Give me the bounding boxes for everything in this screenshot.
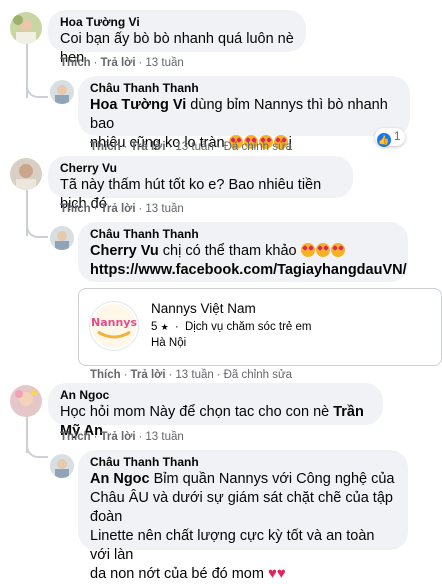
heart-eyes-emoji-icon (330, 243, 345, 257)
reply-button[interactable]: Trả lời (101, 57, 136, 69)
page-title[interactable]: Nannys Việt Nam (151, 301, 256, 316)
avatar[interactable] (50, 226, 74, 250)
comment-author[interactable]: Hoa Tường Vi (60, 14, 294, 30)
like-button[interactable]: Thích (90, 369, 121, 381)
comment-bubble: Châu Thanh Thanh Cherry Vu chị có thể th… (78, 222, 408, 282)
timestamp[interactable]: 13 tuần (145, 203, 183, 215)
comment-author[interactable]: Châu Thanh Thanh (90, 226, 396, 242)
comment-actions: Thích · Trả lời · 13 tuần · Đã chỉnh sửa (90, 141, 293, 153)
comment-actions: Thích · Trả lời · 13 tuần (60, 431, 184, 443)
heart-eyes-emoji-icon (300, 243, 315, 257)
comment-text: da non nớt của bé đó mom (90, 566, 268, 582)
comment-author[interactable]: An Ngoc (60, 387, 371, 403)
timestamp[interactable]: 13 tuần (145, 431, 183, 443)
reaction-count[interactable]: 👍 1 (375, 128, 406, 147)
comment-bubble: Cherry Vu Tã này thấm hút tốt ko e? Bao … (48, 156, 353, 212)
comment-bubble: Châu Thanh Thanh An Ngoc Bỉm quần Nannys… (78, 450, 408, 582)
page-category: Dịch vụ chăm sóc trẻ em (184, 321, 312, 333)
comment-text: chị có thể tham khảo (158, 243, 301, 259)
thread-curve (26, 214, 48, 238)
comment-author[interactable]: Châu Thanh Thanh (90, 454, 396, 470)
star-icon: ★ (160, 322, 169, 332)
comment-author[interactable]: Cherry Vu (60, 160, 341, 176)
page-location: Hà Nội (151, 337, 187, 349)
heart-icon: ♥ (267, 565, 277, 582)
external-link[interactable]: https://www.facebook.com/TagiayhangdauVN… (90, 262, 407, 278)
timestamp[interactable]: 13 tuần (175, 141, 213, 153)
timestamp[interactable]: 13 tuần (175, 369, 213, 381)
heart-eyes-emoji-icon (315, 243, 330, 257)
comment-bubble: Hoa Tường Vi Coi bạn ấy bò bò nhanh quá … (48, 10, 306, 66)
page-rating: 5 (151, 321, 158, 333)
avatar[interactable] (50, 80, 74, 104)
mention-link[interactable]: An Ngoc (90, 471, 150, 487)
thread-curve (26, 74, 48, 98)
comment-bubble: Châu Thanh Thanh Hoa Tường Vi dùng bỉm N… (78, 76, 410, 151)
avatar[interactable] (10, 158, 42, 190)
comment-bubble: An Ngoc Học hỏi mom Này để chọn tac cho … (48, 383, 383, 439)
page-logo: Nannys (89, 301, 139, 351)
comment-actions: Thích · Trả lời · 13 tuần (60, 57, 184, 69)
like-button[interactable]: Thích (90, 141, 121, 153)
like-button[interactable]: Thích (60, 431, 91, 443)
like-button[interactable]: Thích (60, 203, 91, 215)
avatar[interactable] (10, 12, 42, 44)
edited-label[interactable]: Đã chỉnh sửa (224, 369, 292, 381)
avatar[interactable] (10, 385, 42, 417)
comment-author[interactable]: Châu Thanh Thanh (90, 80, 398, 96)
mention-link[interactable]: Hoa Tường Vi (90, 97, 186, 113)
comment-actions: Thích · Trả lời · 13 tuần (60, 203, 184, 215)
comment-actions: Thích · Trả lời · 13 tuần · Đã chỉnh sửa (90, 369, 293, 381)
comment-text: Châu ÂU và dưới sự giám sát chặt chẽ của… (90, 490, 393, 525)
comment-text: Học hỏi mom Này để chọn tac cho con nè (60, 404, 334, 420)
logo-text: Nannys (91, 316, 137, 329)
avatar[interactable] (50, 454, 74, 478)
heart-icon: ♥ (276, 565, 286, 582)
thread-curve (26, 432, 48, 458)
reply-button[interactable]: Trả lời (131, 141, 166, 153)
mention-link[interactable]: Cherry Vu (90, 243, 159, 259)
reply-button[interactable]: Trả lời (101, 431, 136, 443)
timestamp[interactable]: 13 tuần (145, 57, 183, 69)
edited-label[interactable]: Đã chỉnh sửa (224, 141, 292, 153)
reply-button[interactable]: Trả lời (131, 369, 166, 381)
comment-text: Linette nên chất lượng cực kỳ tốt và an … (90, 528, 375, 563)
like-button[interactable]: Thích (60, 57, 91, 69)
like-icon: 👍 (377, 133, 391, 147)
comment-text: Bỉm quần Nannys với Công nghệ của (149, 471, 395, 487)
page-preview-card[interactable]: Nannys Nannys Việt Nam 5 ★ · Dịch vụ chă… (78, 288, 442, 366)
reply-button[interactable]: Trả lời (101, 203, 136, 215)
